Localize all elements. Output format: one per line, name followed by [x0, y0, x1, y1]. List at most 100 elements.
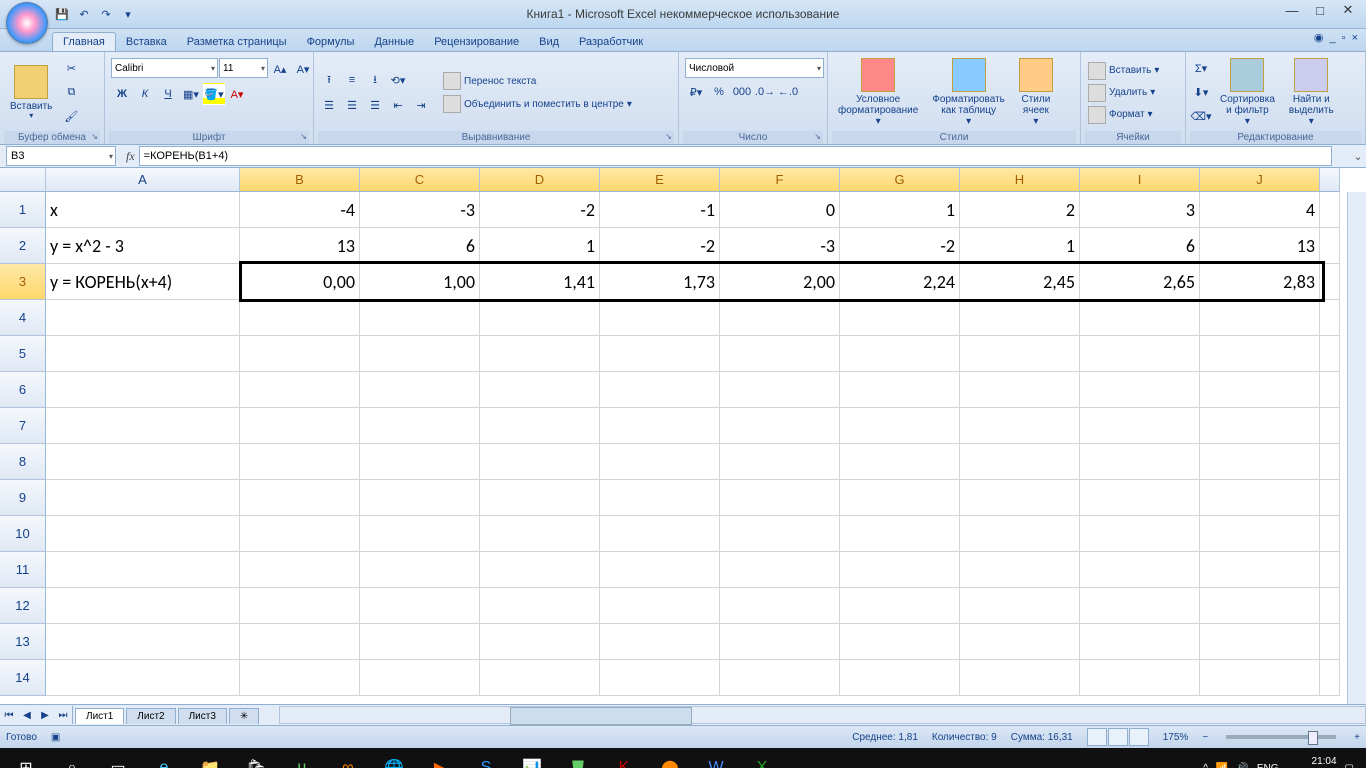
cell[interactable]: [240, 516, 360, 552]
taskbar-app[interactable]: ⛊: [556, 748, 600, 768]
comma-format-button[interactable]: 000: [731, 81, 753, 103]
column-header[interactable]: A: [46, 168, 240, 192]
column-header[interactable]: I: [1080, 168, 1200, 192]
paste-button[interactable]: Вставить ▾: [4, 63, 58, 123]
cell[interactable]: [720, 336, 840, 372]
cell[interactable]: 2,00: [720, 264, 840, 300]
cell[interactable]: [46, 552, 240, 588]
cell[interactable]: [360, 300, 480, 336]
cell[interactable]: 2,65: [1080, 264, 1200, 300]
taskbar-app[interactable]: W: [694, 748, 738, 768]
autosum-button[interactable]: Σ▾: [1190, 58, 1212, 80]
row-header[interactable]: 2: [0, 228, 46, 264]
cell[interactable]: [720, 516, 840, 552]
cell[interactable]: [480, 408, 600, 444]
cell[interactable]: [960, 516, 1080, 552]
tab-data[interactable]: Данные: [364, 33, 424, 51]
cut-button[interactable]: ✂: [60, 58, 82, 80]
cell[interactable]: [240, 480, 360, 516]
tab-pagelayout[interactable]: Разметка страницы: [177, 33, 297, 51]
align-top-button[interactable]: ⭱: [318, 69, 340, 91]
cell[interactable]: [960, 660, 1080, 696]
maximize-button[interactable]: □: [1306, 0, 1334, 20]
find-select-button[interactable]: Найти и выделить ▾: [1283, 56, 1340, 129]
cell[interactable]: 2: [960, 192, 1080, 228]
format-painter-button[interactable]: 🖌: [60, 106, 82, 128]
view-layout-button[interactable]: [1108, 728, 1128, 746]
cell[interactable]: [1200, 660, 1320, 696]
cell[interactable]: [480, 372, 600, 408]
cell[interactable]: -2: [600, 228, 720, 264]
cell[interactable]: [1080, 372, 1200, 408]
fill-button[interactable]: ⬇▾: [1190, 82, 1212, 104]
taskbar-app[interactable]: S: [464, 748, 508, 768]
tray-network-icon[interactable]: 📶: [1216, 763, 1228, 768]
cell[interactable]: [46, 444, 240, 480]
cell[interactable]: [46, 336, 240, 372]
cell[interactable]: [600, 588, 720, 624]
zoom-in-button[interactable]: +: [1354, 732, 1360, 743]
cell[interactable]: 2,24: [840, 264, 960, 300]
vertical-scrollbar[interactable]: [1347, 192, 1366, 704]
cell[interactable]: [840, 516, 960, 552]
format-cells-button[interactable]: Формат ▾: [1085, 105, 1162, 125]
cell[interactable]: [240, 372, 360, 408]
taskbar-app[interactable]: ▶: [418, 748, 462, 768]
sheet-tab-3[interactable]: Лист3: [178, 708, 227, 724]
percent-format-button[interactable]: %: [708, 81, 730, 103]
cell[interactable]: [46, 516, 240, 552]
align-left-button[interactable]: ☰: [318, 94, 340, 116]
sheet-tab-1[interactable]: Лист1: [75, 708, 124, 724]
column-header[interactable]: D: [480, 168, 600, 192]
underline-button[interactable]: Ч: [157, 83, 179, 105]
cell[interactable]: [480, 516, 600, 552]
cell[interactable]: [1080, 408, 1200, 444]
row-header[interactable]: 7: [0, 408, 46, 444]
taskbar-app[interactable]: ⬤: [648, 748, 692, 768]
cell[interactable]: 0: [720, 192, 840, 228]
taskbar-app[interactable]: 📊: [510, 748, 554, 768]
column-header[interactable]: F: [720, 168, 840, 192]
new-sheet-button[interactable]: ✳: [229, 708, 259, 724]
tab-formulas[interactable]: Формулы: [297, 33, 365, 51]
fx-icon[interactable]: fx: [126, 149, 135, 164]
cell[interactable]: [720, 300, 840, 336]
formula-bar[interactable]: =КОРЕНЬ(B1+4): [139, 146, 1332, 166]
cell[interactable]: -3: [360, 192, 480, 228]
merge-center-button[interactable]: Объединить и поместить в центре ▾: [440, 94, 635, 114]
cell[interactable]: y = x^2 - 3: [46, 228, 240, 264]
cell[interactable]: [1080, 480, 1200, 516]
cell[interactable]: [720, 372, 840, 408]
cell[interactable]: [1080, 336, 1200, 372]
cell[interactable]: [360, 408, 480, 444]
cell[interactable]: [960, 552, 1080, 588]
format-as-table-button[interactable]: Форматировать как таблицу ▾: [926, 56, 1011, 129]
cell[interactable]: [600, 552, 720, 588]
row-header[interactable]: 8: [0, 444, 46, 480]
cell[interactable]: [1080, 444, 1200, 480]
cell[interactable]: [480, 624, 600, 660]
column-header[interactable]: G: [840, 168, 960, 192]
cell[interactable]: [960, 300, 1080, 336]
cell[interactable]: [360, 552, 480, 588]
taskbar-app[interactable]: 📁: [188, 748, 232, 768]
view-pagebreak-button[interactable]: [1129, 728, 1149, 746]
increase-decimal-button[interactable]: .0→: [754, 81, 776, 103]
clipboard-launcher[interactable]: ↘: [91, 132, 98, 141]
close-button[interactable]: ✕: [1334, 0, 1362, 20]
column-header[interactable]: H: [960, 168, 1080, 192]
undo-icon[interactable]: ↶: [76, 6, 92, 22]
office-button[interactable]: [6, 2, 48, 44]
decrease-decimal-button[interactable]: ←.0: [777, 81, 799, 103]
cell[interactable]: [840, 552, 960, 588]
cell[interactable]: [1200, 516, 1320, 552]
cell[interactable]: [360, 444, 480, 480]
expand-formula-bar-icon[interactable]: ⌄: [1350, 150, 1366, 163]
cell[interactable]: [360, 588, 480, 624]
delete-cells-button[interactable]: Удалить ▾: [1085, 83, 1162, 103]
cell[interactable]: 1,00: [360, 264, 480, 300]
taskbar-app[interactable]: ∞: [326, 748, 370, 768]
tab-insert[interactable]: Вставка: [116, 33, 177, 51]
cell[interactable]: 3: [1080, 192, 1200, 228]
cell[interactable]: 1,73: [600, 264, 720, 300]
